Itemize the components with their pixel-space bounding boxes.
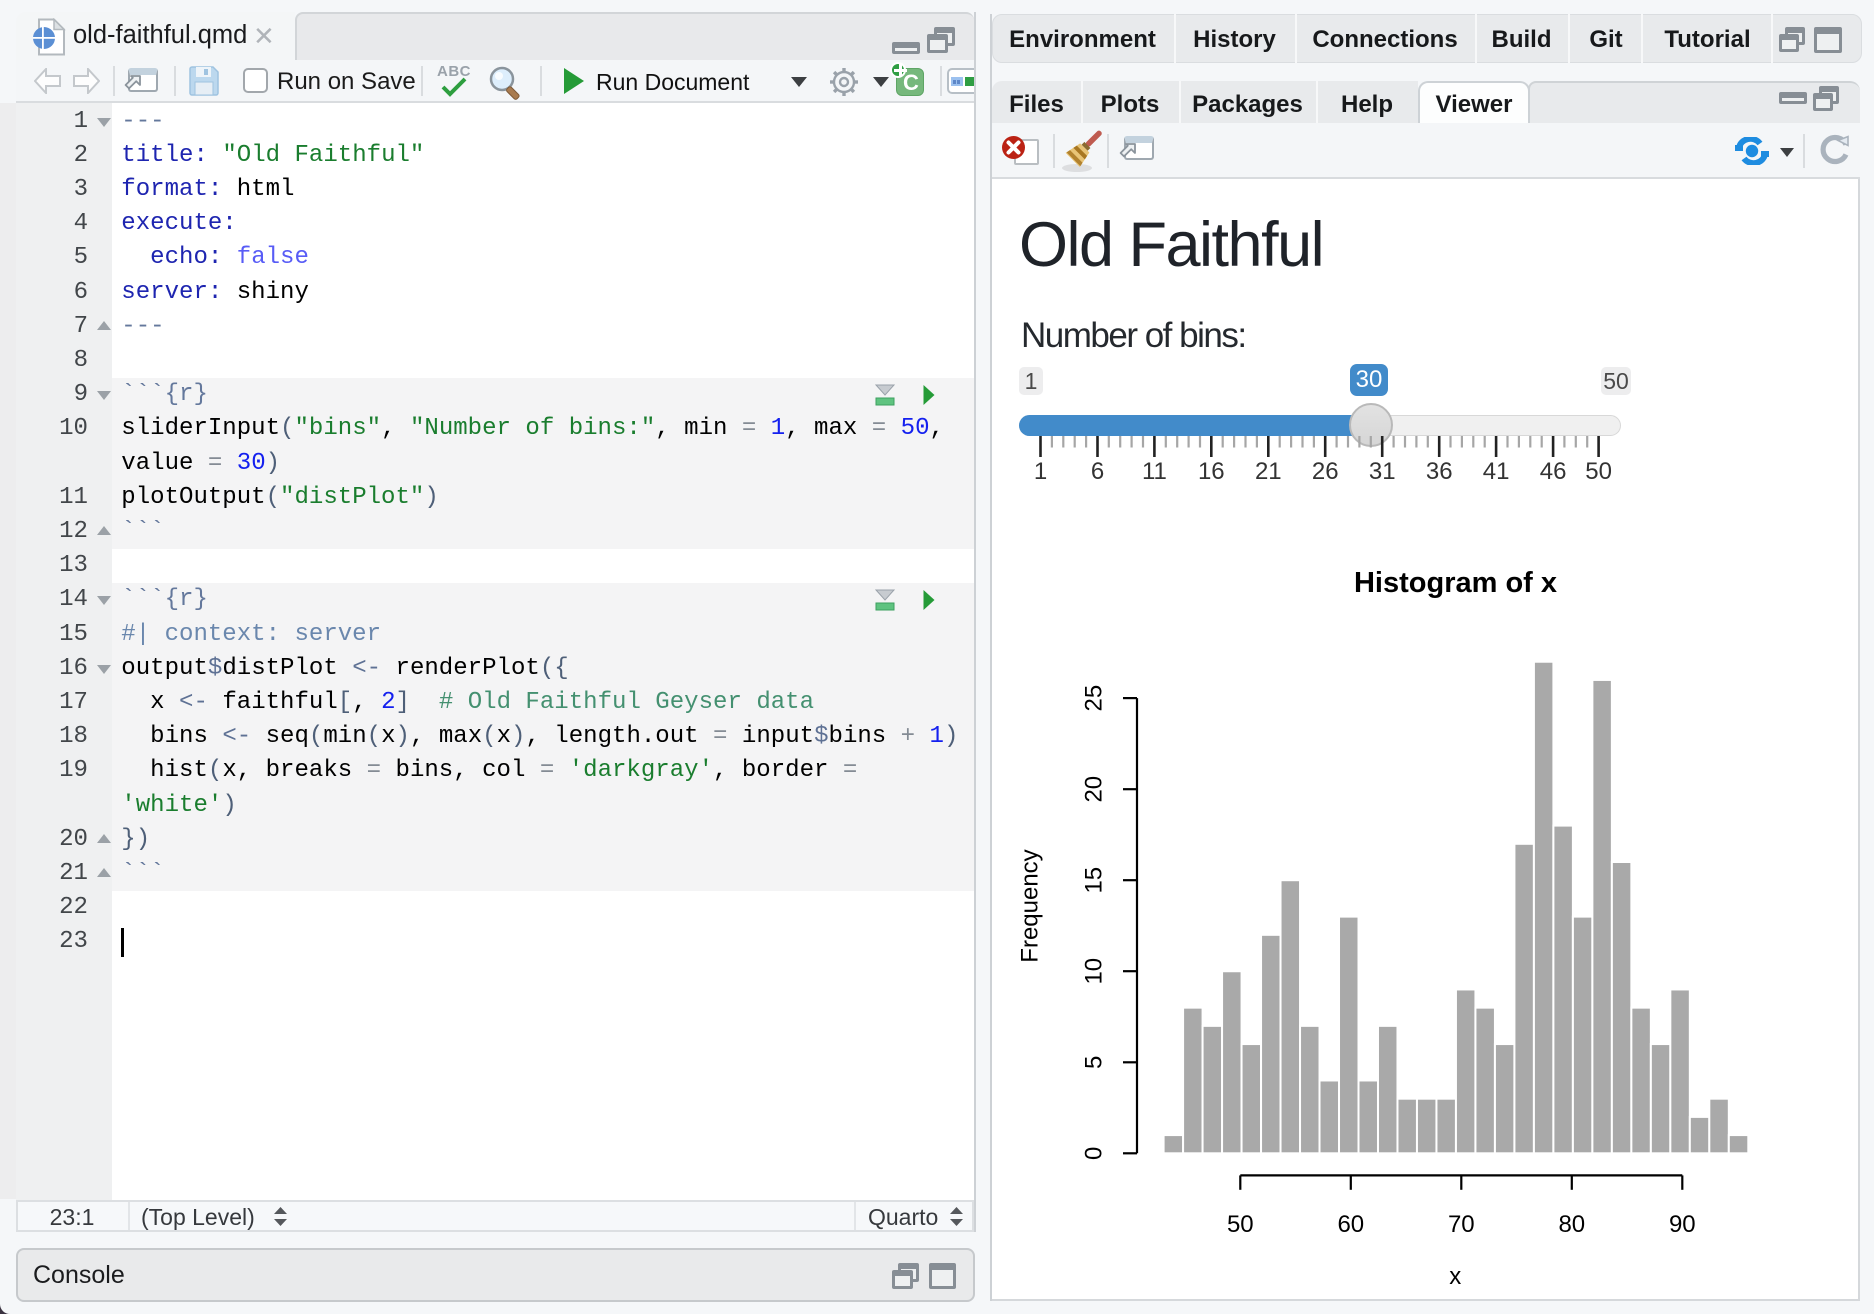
svg-text:1: 1 (1034, 458, 1047, 485)
svg-text:70: 70 (1448, 1211, 1475, 1238)
svg-text:0: 0 (1080, 1147, 1107, 1160)
svg-text:Histogram of x: Histogram of x (1354, 567, 1557, 599)
svg-text:50: 50 (1585, 458, 1612, 485)
svg-text:50: 50 (1227, 1211, 1254, 1238)
svg-text:25: 25 (1080, 685, 1107, 712)
svg-text:6: 6 (1091, 458, 1104, 485)
svg-text:Frequency: Frequency (1017, 849, 1044, 962)
svg-text:41: 41 (1483, 458, 1510, 485)
svg-text:x: x (1449, 1263, 1461, 1290)
svg-text:10: 10 (1080, 958, 1107, 985)
svg-text:46: 46 (1540, 458, 1567, 485)
svg-text:20: 20 (1080, 776, 1107, 803)
svg-text:16: 16 (1198, 458, 1225, 485)
svg-text:36: 36 (1426, 458, 1453, 485)
svg-text:21: 21 (1255, 458, 1282, 485)
svg-text:60: 60 (1337, 1211, 1364, 1238)
svg-text:31: 31 (1369, 458, 1396, 485)
svg-text:11: 11 (1142, 458, 1167, 485)
svg-text:80: 80 (1558, 1211, 1585, 1238)
svg-text:5: 5 (1080, 1056, 1107, 1069)
svg-text:90: 90 (1669, 1211, 1696, 1238)
svg-text:15: 15 (1080, 867, 1107, 894)
svg-text:26: 26 (1312, 458, 1339, 485)
